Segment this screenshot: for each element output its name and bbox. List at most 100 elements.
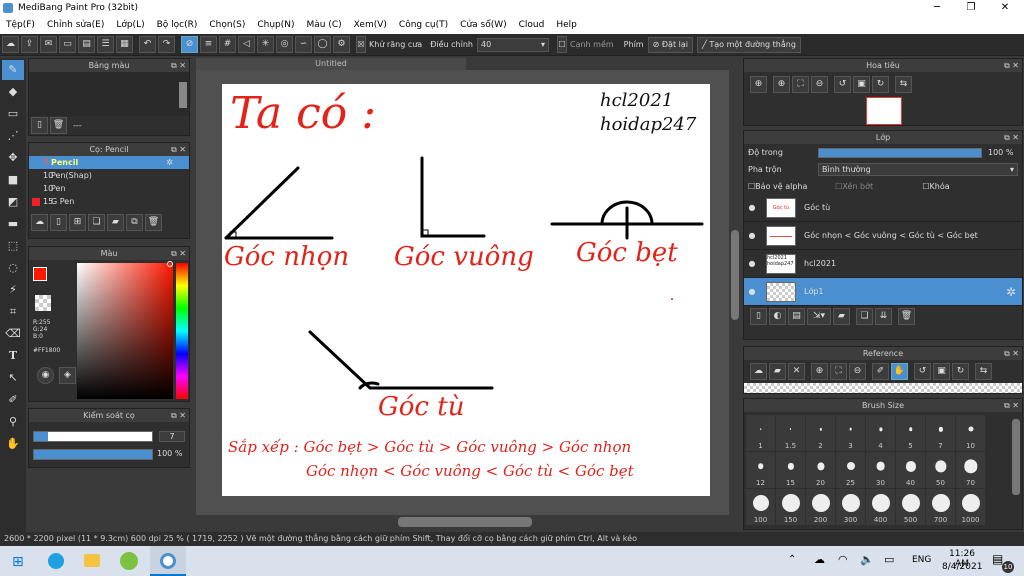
- circle-snap-icon[interactable]: ◎: [276, 36, 293, 53]
- menu-cloud[interactable]: Cloud: [513, 20, 551, 30]
- brush-size-cell[interactable]: 20: [806, 452, 835, 488]
- select-pen-tool-icon[interactable]: ⌗: [2, 302, 24, 322]
- brush-size-cell[interactable]: 200: [806, 489, 835, 525]
- duplicate-layer-icon[interactable]: ❏: [856, 307, 873, 325]
- layer-row-selected[interactable]: ● Lớp1 ✲: [744, 278, 1022, 306]
- eye-icon[interactable]: ●: [744, 203, 760, 212]
- folder-icon[interactable]: ▰: [107, 213, 124, 231]
- gradient-tool-icon[interactable]: ▬: [2, 214, 24, 234]
- brush-size-cell[interactable]: 2: [806, 415, 835, 451]
- new-halftone-layer-icon[interactable]: ◐: [769, 307, 786, 325]
- snap-off-icon[interactable]: ⊘: [181, 36, 198, 53]
- protect-alpha-checkbox[interactable]: ☐: [748, 182, 755, 191]
- close-icon[interactable]: ⧉ ✕: [1004, 399, 1019, 412]
- close-reference-icon[interactable]: ✕: [788, 363, 805, 380]
- app-icon[interactable]: [120, 552, 138, 570]
- palette-area[interactable]: [29, 72, 189, 116]
- close-icon[interactable]: ✕: [988, 0, 1022, 16]
- brush-item[interactable]: 15 G Pen: [29, 195, 189, 208]
- eyedropper-icon[interactable]: ✐: [872, 363, 889, 380]
- hand-tool-icon[interactable]: ✋: [2, 434, 24, 454]
- menu-view[interactable]: Xem(V): [348, 20, 393, 30]
- color-wheel-icon[interactable]: ◉: [37, 367, 54, 384]
- menu-tools[interactable]: Công cụ(T): [393, 20, 454, 30]
- brush-size-cell[interactable]: 700: [926, 489, 955, 525]
- new-8bit-layer-icon[interactable]: ▤: [788, 307, 805, 325]
- volume-icon[interactable]: 🔈: [860, 553, 874, 566]
- operation-tool-icon[interactable]: ↖: [2, 368, 24, 388]
- fit-window-icon[interactable]: ⛶: [830, 363, 847, 380]
- brush-size-cell[interactable]: 70: [956, 452, 985, 488]
- brush-size-cell[interactable]: 400: [866, 489, 895, 525]
- brush-size-cell[interactable]: 4: [866, 415, 895, 451]
- flip-icon[interactable]: ⇆: [895, 76, 912, 93]
- crosshatch-snap-icon[interactable]: #: [219, 36, 236, 53]
- brush-size-cell[interactable]: 500: [896, 489, 925, 525]
- eyedropper-tool-icon[interactable]: ✐: [2, 390, 24, 410]
- layer-row[interactable]: ● hcl2021 hoidap247 hcl2021: [744, 250, 1022, 278]
- close-icon[interactable]: ⧉ ✕: [1004, 59, 1019, 72]
- lock-checkbox[interactable]: ☐: [922, 182, 929, 191]
- menu-edit[interactable]: Chỉnh sửa(E): [41, 20, 110, 30]
- brush-size-cell[interactable]: 1: [746, 415, 775, 451]
- layer-row[interactable]: ● Góc tù Góc tù: [744, 194, 1022, 222]
- hue-slider[interactable]: [176, 263, 188, 399]
- duplicate-brush-icon[interactable]: ❏: [88, 213, 105, 231]
- drawing-canvas[interactable]: Ta có : hcl2021 hoidap247 Góc nhọn Góc v…: [222, 84, 710, 496]
- dotted-tool-icon[interactable]: ⋰: [2, 126, 24, 146]
- close-icon[interactable]: ⧉ ✕: [171, 247, 186, 260]
- select-rect-tool-icon[interactable]: ⬚: [2, 236, 24, 256]
- close-icon[interactable]: ⧉ ✕: [1004, 347, 1019, 360]
- menu-window[interactable]: Cửa sổ(W): [454, 20, 512, 30]
- brush-size-cell[interactable]: 7: [926, 415, 955, 451]
- zoom-fit-icon[interactable]: ⊕: [750, 76, 767, 93]
- transparent-swatch[interactable]: [35, 295, 51, 311]
- select-eraser-tool-icon[interactable]: ⌫: [2, 324, 24, 344]
- gear-icon[interactable]: ✲: [1006, 285, 1016, 299]
- vertical-scroll-thumb[interactable]: [731, 230, 739, 320]
- brush-size-cell[interactable]: 15: [776, 452, 805, 488]
- brush-item[interactable]: 10 Pen(Shap): [29, 169, 189, 182]
- open-image-icon[interactable]: ▰: [769, 363, 786, 380]
- menu-color[interactable]: Màu (C): [301, 20, 348, 30]
- brush-size-scrollbar[interactable]: [1012, 419, 1020, 495]
- tab-untitled[interactable]: Untitled: [196, 58, 466, 70]
- magic-wand-tool-icon[interactable]: ⚡: [2, 280, 24, 300]
- fit-window-icon[interactable]: ⛶: [792, 76, 809, 93]
- hand-icon[interactable]: ✋: [891, 363, 908, 380]
- cloud-icon[interactable]: ☁: [750, 363, 767, 380]
- rotate-left-icon[interactable]: ↺: [914, 363, 931, 380]
- fill-rect-tool-icon[interactable]: ■: [2, 170, 24, 190]
- brush-size-cell[interactable]: 100: [746, 489, 775, 525]
- share-icon[interactable]: ⇪: [21, 36, 38, 53]
- horizontal-scrollbar[interactable]: [196, 515, 729, 529]
- edge-icon[interactable]: [48, 553, 64, 569]
- trash-icon[interactable]: 🗑: [898, 307, 915, 325]
- grid-icon[interactable]: ▦: [116, 36, 133, 53]
- zoom-in-icon[interactable]: ⊕: [811, 363, 828, 380]
- horizontal-scroll-thumb[interactable]: [398, 517, 532, 527]
- brush-size-cell[interactable]: 3: [836, 415, 865, 451]
- cloud-icon[interactable]: ☁: [2, 36, 19, 53]
- battery-icon[interactable]: ▭: [884, 553, 894, 566]
- zoom-out-icon[interactable]: ⊖: [849, 363, 866, 380]
- copy-icon[interactable]: ⧉: [126, 213, 143, 231]
- zoom-out-icon[interactable]: ⊖: [811, 76, 828, 93]
- list-icon[interactable]: ☰: [97, 36, 114, 53]
- trash-icon[interactable]: 🗑: [50, 116, 67, 134]
- color-mode-icon[interactable]: ◈: [59, 367, 76, 384]
- curve-snap-icon[interactable]: ∽: [295, 36, 312, 53]
- chat-icon[interactable]: ✉: [40, 36, 57, 53]
- size-slider[interactable]: [33, 431, 153, 442]
- close-icon[interactable]: ⧉ ✕: [1004, 131, 1019, 144]
- lasso-tool-icon[interactable]: ◌: [2, 258, 24, 278]
- language-indicator[interactable]: ENG: [912, 555, 931, 565]
- radial-snap-icon[interactable]: ✳: [257, 36, 274, 53]
- new-palette-icon[interactable]: ▯: [31, 116, 48, 134]
- eye-icon[interactable]: ●: [744, 287, 760, 296]
- reset-view-icon[interactable]: ▣: [933, 363, 950, 380]
- antialias-checkbox[interactable]: ☒: [356, 36, 366, 53]
- reset-button[interactable]: ⊘ Đặt lại: [647, 36, 693, 53]
- document-icon[interactable]: ▤: [78, 36, 95, 53]
- chevron-up-icon[interactable]: ⌃: [788, 554, 796, 565]
